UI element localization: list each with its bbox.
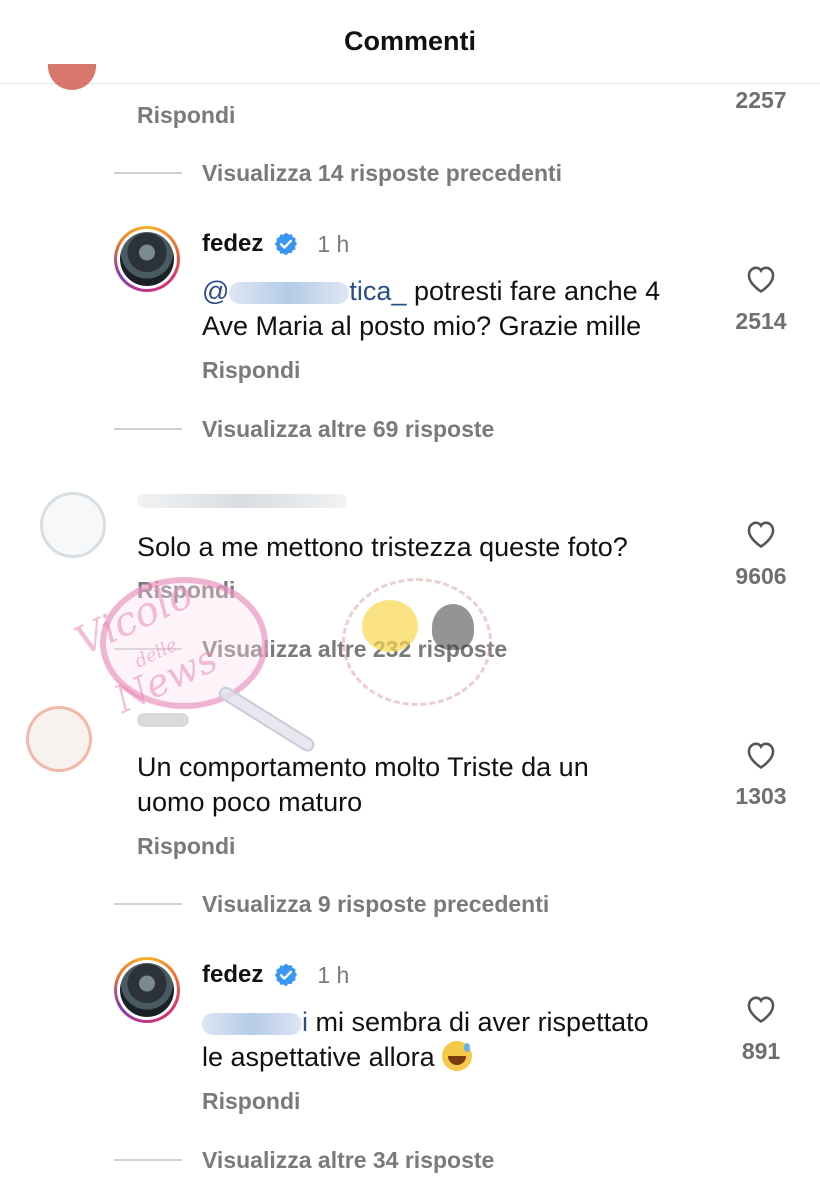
mention[interactable]: @ tica_ — [202, 276, 406, 306]
comment-meta: fedez 1 h — [202, 961, 349, 989]
redacted-username — [137, 494, 347, 508]
comment-text: @ tica_ potresti fare anche 4 Ave Maria a… — [202, 276, 661, 341]
avatar-image — [120, 963, 174, 1017]
view-replies-link[interactable]: Visualizza altre 34 risposte — [202, 1147, 494, 1174]
view-replies-link[interactable]: Visualizza 9 risposte precedenti — [202, 891, 549, 918]
comments-header: Commenti — [0, 0, 820, 84]
like-count: 2257 — [735, 87, 787, 113]
avatar[interactable] — [114, 957, 180, 1023]
thread-divider — [114, 428, 182, 430]
mention[interactable]: i — [202, 1007, 308, 1037]
page-title: Commenti — [343, 26, 476, 56]
comment-text: Solo a me mettono tristezza queste foto? — [137, 532, 628, 562]
reply-button[interactable]: Rispondi — [202, 1088, 300, 1115]
reply-button[interactable]: Rispondi — [202, 357, 300, 384]
avatar[interactable] — [114, 226, 180, 292]
verified-badge-icon — [275, 232, 298, 256]
timestamp: 1 h — [317, 230, 350, 257]
avatar-image — [120, 232, 174, 286]
avatar[interactable] — [48, 64, 96, 90]
reply-button[interactable]: Rispondi — [137, 102, 235, 129]
grinning-sweat-emoji-icon — [442, 1041, 473, 1071]
comment-text: Un comportamento molto Triste da un uomo… — [137, 752, 589, 817]
thread-divider — [114, 903, 182, 905]
watermark-logo: Vicolo delle News — [52, 571, 342, 755]
watermark-character — [362, 600, 418, 652]
view-replies-link[interactable]: Visualizza 14 risposte precedenti — [202, 160, 562, 187]
like-count: 2514 — [735, 308, 787, 334]
comment-meta: fedez 1 h — [202, 230, 349, 258]
comment-text: i mi sembra di aver rispettato le aspett… — [202, 1007, 649, 1072]
redacted-username — [137, 713, 189, 727]
avatar[interactable] — [40, 492, 106, 558]
thread-divider — [114, 172, 182, 174]
heart-icon[interactable] — [744, 992, 778, 1024]
reply-button[interactable]: Rispondi — [137, 833, 235, 860]
timestamp: 1 h — [317, 961, 350, 988]
heart-icon[interactable] — [744, 738, 778, 770]
redacted-username — [229, 281, 350, 304]
like-count: 891 — [741, 1038, 781, 1064]
thread-divider — [114, 1159, 182, 1161]
redacted-username — [202, 1012, 302, 1035]
view-replies-link[interactable]: Visualizza altre 69 risposte — [202, 416, 494, 443]
like-count: 9606 — [735, 563, 787, 589]
magnifier-handle — [216, 684, 317, 755]
avatar[interactable] — [26, 706, 92, 772]
like-count: 1303 — [735, 783, 787, 809]
verified-badge-icon — [275, 963, 298, 987]
heart-icon[interactable] — [744, 517, 778, 549]
username[interactable]: fedez — [202, 230, 263, 258]
heart-icon[interactable] — [744, 262, 778, 294]
watermark-character — [432, 604, 474, 650]
username[interactable]: fedez — [202, 961, 263, 989]
